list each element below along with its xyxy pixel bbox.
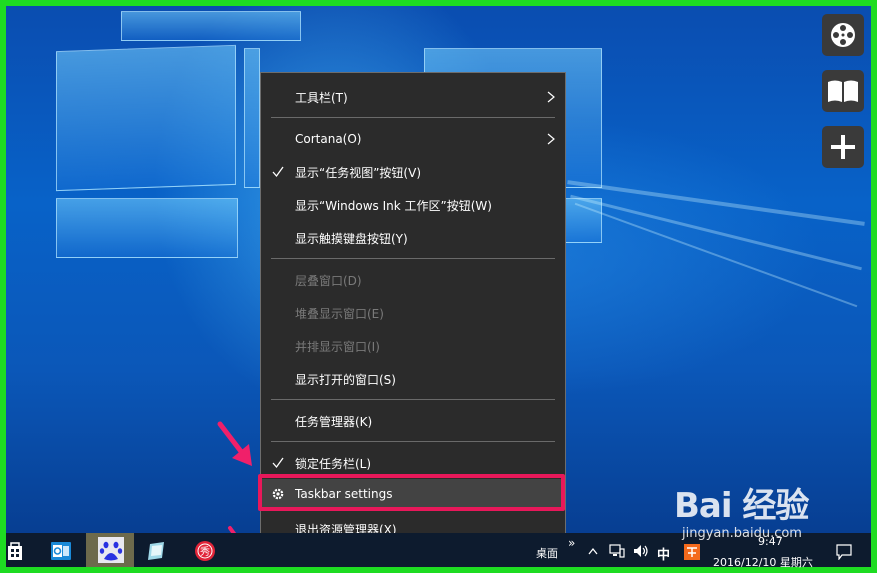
wallpaper-pane — [56, 44, 236, 192]
menu-item-label: 工具栏(T) — [295, 90, 348, 105]
svg-text:秀: 秀 — [200, 546, 210, 558]
wallpaper-light-beam — [567, 180, 865, 226]
photos-icon[interactable] — [146, 540, 168, 562]
menu-item-label: 堆叠显示窗口(E) — [295, 306, 384, 321]
menu-item-label: 显示打开的窗口(S) — [295, 372, 396, 387]
outlook-icon[interactable] — [50, 540, 72, 562]
film-reel-icon — [831, 23, 855, 47]
wallpaper-pane — [56, 198, 238, 258]
checkmark-icon — [272, 166, 284, 178]
menu-item-cortana[interactable]: Cortana(O) — [261, 126, 565, 152]
checkmark-icon — [272, 457, 284, 469]
book-icon — [828, 80, 858, 102]
menu-item-toolbars[interactable]: 工具栏(T) — [261, 84, 565, 110]
menu-item-cascade-windows[interactable]: 层叠窗口(D) — [261, 267, 565, 293]
action-center-icon[interactable] — [836, 544, 852, 560]
wallpaper-pane — [121, 11, 301, 41]
menu-item-show-task-view[interactable]: 显示“任务视图”按钮(V) — [261, 159, 565, 185]
menu-separator — [271, 117, 555, 118]
menu-item-label: 显示“Windows Ink 工作区”按钮(W) — [295, 198, 492, 213]
clock-date[interactable]: 2016/12/10 星期六 — [713, 554, 813, 570]
menu-item-label: 任务管理器(K) — [295, 414, 373, 429]
menu-item-side-by-side[interactable]: 并排显示窗口(I) — [261, 333, 565, 359]
menu-item-stack-windows[interactable]: 堆叠显示窗口(E) — [261, 300, 565, 326]
meitu-xiuxiu-icon[interactable]: 秀 — [194, 540, 216, 562]
chevron-right-icon — [547, 91, 555, 103]
menu-item-lock-taskbar[interactable]: 锁定任务栏(L) — [261, 450, 565, 476]
menu-item-label: 显示触摸键盘按钮(Y) — [295, 231, 408, 246]
menu-item-label: 层叠窗口(D) — [295, 273, 362, 288]
taskbar-overflow[interactable]: » — [568, 536, 575, 550]
menu-item-task-manager[interactable]: 任务管理器(K) — [261, 408, 565, 434]
menu-separator — [271, 399, 555, 400]
input-method-icon[interactable] — [684, 544, 700, 560]
menu-item-label: 显示“任务视图”按钮(V) — [295, 165, 422, 180]
menu-item-label: Cortana(O) — [295, 132, 362, 146]
video-button[interactable] — [822, 14, 864, 56]
network-icon[interactable] — [609, 544, 625, 558]
chevron-up-icon[interactable] — [588, 547, 598, 555]
menu-item-label: 并排显示窗口(I) — [295, 339, 380, 354]
plus-icon — [831, 135, 855, 159]
menu-separator — [271, 258, 555, 259]
baidu-paw-icon[interactable] — [98, 537, 124, 563]
reading-button[interactable] — [822, 70, 864, 112]
volume-icon[interactable] — [633, 544, 649, 558]
wallpaper-pane — [244, 48, 260, 188]
menu-item-show-touch-keyboard[interactable]: 显示触摸键盘按钮(Y) — [261, 225, 565, 251]
menu-item-show-windows-ink[interactable]: 显示“Windows Ink 工作区”按钮(W) — [261, 192, 565, 218]
baidu-jingyan-watermark: Bai 经验 jingyan.baidu.com — [674, 478, 834, 541]
taskbar-desktop-label[interactable]: 桌面 — [536, 545, 558, 561]
taskbar-settings-highlight-box — [258, 474, 565, 511]
ime-indicator[interactable]: 中 — [657, 544, 670, 563]
store-icon[interactable] — [6, 540, 28, 562]
menu-item-show-desktop[interactable]: 显示打开的窗口(S) — [261, 366, 565, 392]
add-button[interactable] — [822, 126, 864, 168]
wallpaper-light-beam — [570, 194, 862, 271]
chevron-right-icon — [547, 133, 555, 145]
watermark-url: jingyan.baidu.com — [682, 526, 802, 541]
menu-separator — [271, 441, 555, 442]
watermark-brand: Bai 经验 — [674, 486, 809, 526]
menu-item-label: 锁定任务栏(L) — [295, 456, 372, 471]
annotation-arrow-icon — [217, 421, 252, 466]
